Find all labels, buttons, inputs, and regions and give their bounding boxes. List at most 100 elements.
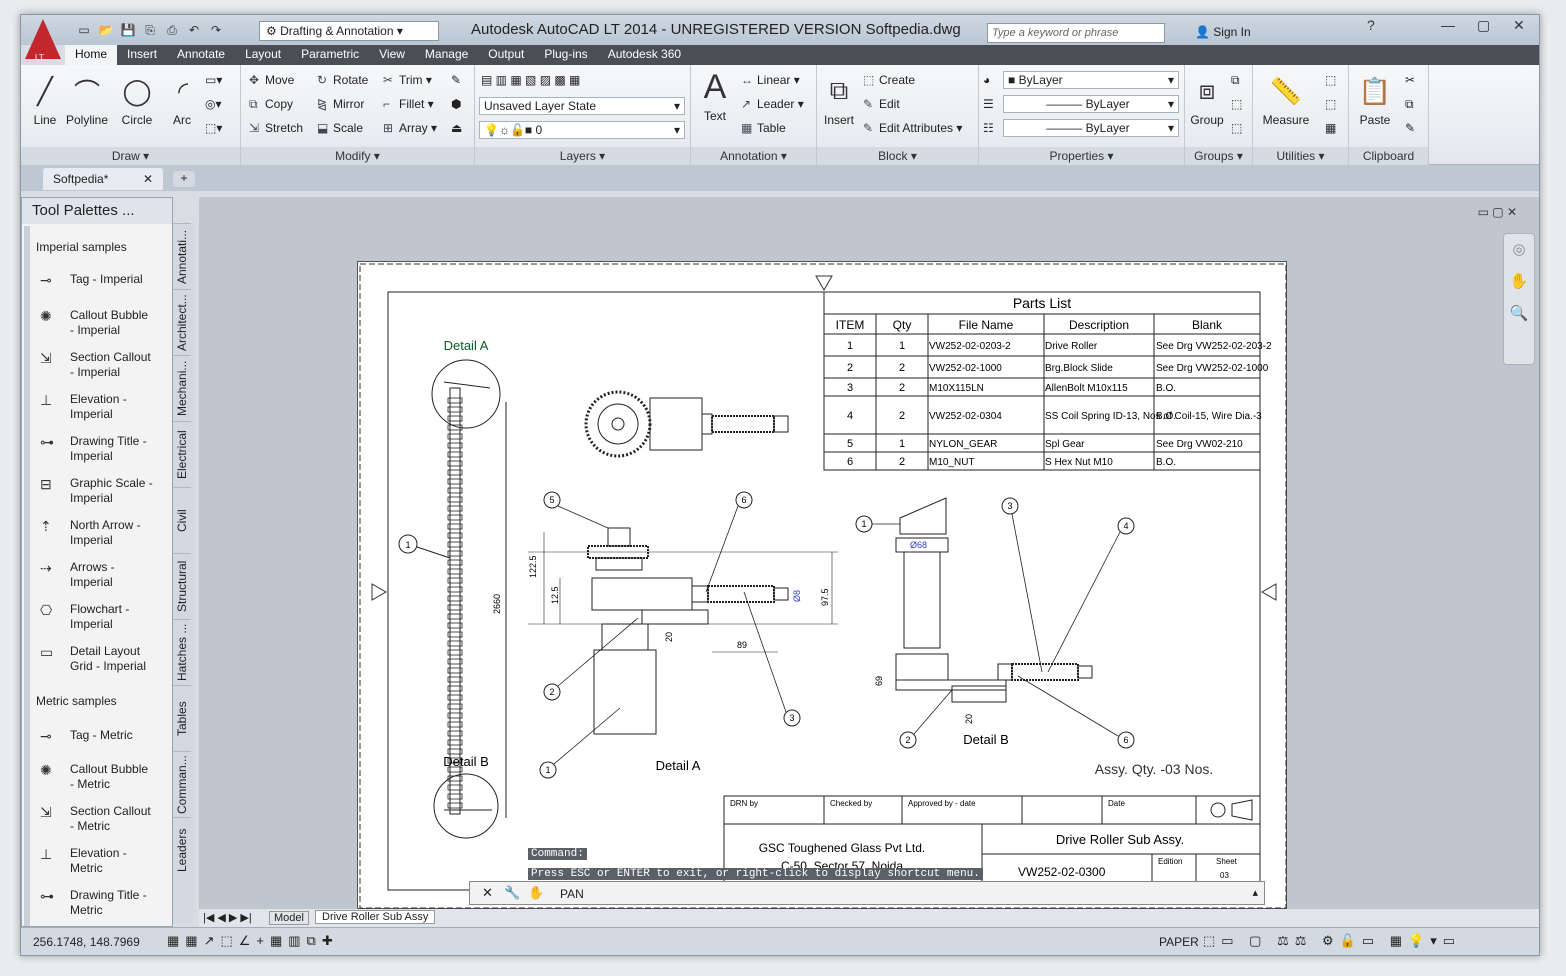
utilities-panel-title[interactable]: Utilities ▾ — [1253, 147, 1348, 165]
palette-item[interactable]: ⊸ Tag - Imperial — [40, 272, 170, 289]
plot-icon[interactable]: ⎙ — [163, 21, 181, 39]
array-button[interactable]: ⊞ Array ▾ — [383, 121, 437, 135]
steering-wheel-icon[interactable]: ◎ — [1504, 234, 1534, 266]
palette-item[interactable]: ⇡ North Arrow - Imperial — [40, 518, 170, 548]
offset-icon[interactable]: ⏏ — [451, 121, 462, 135]
sign-in-button[interactable]: 👤 Sign In — [1195, 25, 1251, 39]
maximize-button[interactable]: ▢ — [1477, 17, 1490, 34]
palette-tab[interactable]: Mechani... — [173, 355, 191, 421]
palette-item[interactable]: ⎔ Flowchart - Imperial — [40, 602, 170, 632]
group-select-icon[interactable]: ⬚ — [1231, 121, 1242, 135]
command-line[interactable]: ✕ 🔧 ✋ PAN ▴ — [469, 881, 1265, 905]
linetype-dropdown[interactable]: ——— ByLayer ▾ — [1003, 95, 1179, 113]
block-panel-title[interactable]: Block ▾ — [817, 147, 978, 165]
measure-button[interactable]: 📏 Measure — [1257, 73, 1315, 128]
tab-parametric[interactable]: Parametric — [291, 45, 369, 65]
tab-manage[interactable]: Manage — [415, 45, 478, 65]
command-history-toggle[interactable]: ▴ — [1252, 886, 1258, 899]
line-button[interactable]: ╱ Line — [27, 73, 63, 128]
create-block-button[interactable]: ⬚ Create — [863, 73, 915, 87]
tab-plugins[interactable]: Plug-ins — [534, 45, 597, 65]
arc-button[interactable]: ◜ Arc — [165, 73, 199, 128]
draw-panel-title[interactable]: Draw ▾ — [21, 147, 240, 165]
group-edit-icon[interactable]: ⬚ — [1231, 97, 1242, 111]
layer-state-dropdown[interactable]: Unsaved Layer State ▾ — [479, 97, 685, 115]
modify-panel-title[interactable]: Modify ▾ — [241, 147, 474, 165]
tab-insert[interactable]: Insert — [117, 45, 167, 65]
navigation-bar[interactable]: ◎ ✋ 🔍 — [1503, 233, 1535, 365]
edit-attributes-button[interactable]: ✎ Edit Attributes ▾ — [863, 121, 962, 135]
circle-button[interactable]: ◯ Circle — [117, 73, 157, 128]
workspace-dropdown[interactable]: ⚙ Drafting & Annotation ▾ — [259, 21, 439, 41]
layer-dropdown[interactable]: 💡☼🔓■ 0 ▾ — [479, 121, 685, 139]
ungroup-icon[interactable]: ⧉ — [1231, 73, 1240, 88]
group-button[interactable]: ⧈ Group — [1187, 73, 1227, 127]
select-all-icon[interactable]: ⬚ — [1325, 97, 1336, 111]
properties-panel-title[interactable]: Properties ▾ — [979, 147, 1184, 165]
edit-block-button[interactable]: ✎ Edit — [863, 97, 900, 111]
tab-view[interactable]: View — [369, 45, 415, 65]
pan-icon[interactable]: ✋ — [1504, 266, 1534, 298]
cut-icon[interactable]: ✂ — [1405, 73, 1415, 87]
layer-tools-icons[interactable]: ▤ ▥ ▦ ▧ ▨ ▩ ▦ — [481, 73, 580, 87]
explode-icon[interactable]: ⬢ — [451, 97, 461, 111]
open-icon[interactable]: 📂 — [97, 21, 115, 39]
close-command-icon[interactable]: ✕ — [482, 885, 493, 901]
layout-nav-arrows[interactable]: |◀ ◀ ▶ ▶| — [203, 911, 252, 924]
new-icon[interactable]: ▭ — [75, 21, 93, 39]
palette-item[interactable]: ⇢ Arrows - Imperial — [40, 560, 170, 590]
help-icon[interactable]: ? — [1367, 17, 1375, 33]
palette-tab[interactable]: Leaders — [173, 817, 191, 883]
annotation-panel-title[interactable]: Annotation ▾ — [691, 147, 816, 165]
polyline-button[interactable]: ⌒ Polyline — [65, 73, 109, 128]
text-button[interactable]: A Text — [697, 68, 733, 124]
hatch-icon[interactable]: ◎▾ — [205, 97, 222, 111]
move-button[interactable]: ✥ Move — [249, 73, 294, 87]
palette-item[interactable]: ⇲ Section Callout - Metric — [40, 804, 170, 834]
palette-item[interactable]: ⇲ Section Callout - Imperial — [40, 350, 170, 380]
scale-button[interactable]: ⬓ Scale — [317, 121, 363, 135]
palette-tab[interactable]: Annotati... — [173, 223, 191, 289]
palette-item[interactable]: ⊥ Elevation - Imperial — [40, 392, 170, 422]
rotate-button[interactable]: ↻ Rotate — [317, 73, 368, 87]
color-palette-icon[interactable]: ◕ — [983, 73, 990, 87]
tab-autodesk-360[interactable]: Autodesk 360 — [598, 45, 691, 65]
tab-home[interactable]: Home — [65, 45, 118, 65]
erase-icon[interactable]: ✎ — [451, 73, 461, 87]
trim-button[interactable]: ✂ Trim ▾ — [383, 73, 432, 87]
palette-item[interactable]: ⊥ Elevation - Metric — [40, 846, 170, 876]
fillet-button[interactable]: ⌐ Fillet ▾ — [383, 97, 434, 111]
linear-button[interactable]: ↔ Linear ▾ — [741, 73, 800, 87]
table-button[interactable]: ▦ Table — [741, 121, 786, 135]
search-input[interactable]: Type a keyword or phrase — [987, 23, 1165, 43]
color-dropdown[interactable]: ■ ByLayer ▾ — [1003, 71, 1179, 89]
tab-model[interactable]: Model — [269, 911, 309, 925]
quick-select-icon[interactable]: ⬚ — [1325, 73, 1336, 87]
palette-item[interactable]: ⊟ Graphic Scale - Imperial — [40, 476, 170, 506]
drawing-area[interactable]: ▭ ▢ ✕ ◎ ✋ 🔍 Parts List ITEM Qty File Nam… — [199, 197, 1539, 909]
copy-button[interactable]: ⧉ Copy — [249, 97, 293, 112]
palette-tab[interactable]: Structural — [173, 553, 191, 619]
new-tab-icon[interactable]: + — [173, 171, 195, 187]
file-tab[interactable]: Softpedia* ✕ — [43, 168, 163, 190]
stretch-button[interactable]: ⇲ Stretch — [249, 121, 303, 135]
region-icon[interactable]: ⬚▾ — [205, 121, 222, 135]
minimize-button[interactable]: — — [1441, 17, 1455, 33]
palette-item[interactable]: ⊶ Drawing Title - Imperial — [40, 434, 170, 464]
calculator-icon[interactable]: ▦ — [1325, 121, 1336, 135]
drafting-toggle-icons[interactable]: ▦▦↗⬚∠+▦▥⧉✚ — [167, 933, 339, 949]
match-properties-icon[interactable]: ✎ — [1405, 121, 1415, 135]
palette-tab[interactable]: Comman... — [173, 751, 191, 817]
undo-icon[interactable]: ↶ — [185, 21, 203, 39]
tab-output[interactable]: Output — [478, 45, 534, 65]
palette-tab[interactable]: Hatches ... — [173, 619, 191, 685]
mirror-button[interactable]: ⧎ Mirror — [317, 97, 364, 111]
palette-item[interactable]: ✺ Callout Bubble - Imperial — [40, 308, 170, 338]
save-icon[interactable]: 💾 — [119, 21, 137, 39]
palette-item[interactable]: ⊶ Drawing Title - Metric — [40, 888, 170, 918]
groups-panel-title[interactable]: Groups ▾ — [1185, 147, 1252, 165]
wrench-icon[interactable]: 🔧 — [504, 885, 520, 901]
insert-button[interactable]: ⧉ Insert — [821, 73, 857, 127]
palette-tab[interactable]: Architect... — [173, 289, 191, 355]
paper-space-toggle[interactable]: PAPER — [1159, 935, 1199, 949]
